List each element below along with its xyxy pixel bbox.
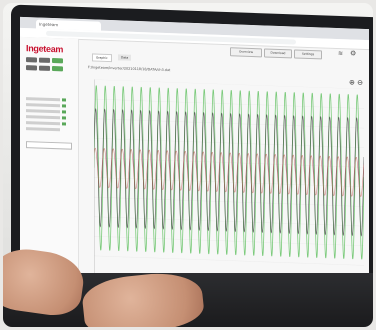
photo-frame: Ingeteam Ingeteam Overview Download Sett… [3,3,373,327]
toolbar-button[interactable]: Overview [230,47,262,58]
zoom-controls: ⊕ ⊖ [349,78,363,86]
tab-data[interactable]: Data [118,54,132,61]
brand-logo: Ingeteam [26,43,64,55]
status-dot [62,110,66,114]
tab-graphic[interactable]: Graphic [92,53,112,63]
zoom-out-icon[interactable]: ⊖ [357,79,363,87]
gridline [94,79,364,90]
gridline [94,118,364,129]
status-dot [62,122,66,126]
sidebar-row[interactable] [26,109,60,114]
gridline [94,236,364,246]
sidebar-button[interactable] [52,66,63,72]
sidebar-row[interactable] [26,121,60,126]
series-line [94,85,364,260]
gear-icon[interactable]: ⚙ [350,49,356,57]
status-dot [62,98,66,102]
sidebar: Ingeteam [20,36,79,281]
sidebar-row[interactable] [26,127,60,132]
sidebar-button[interactable] [39,65,50,71]
laptop-screen: Ingeteam Ingeteam Overview Download Sett… [20,16,369,292]
toolbar-button[interactable]: Settings [294,49,322,60]
sidebar-button[interactable] [26,65,37,71]
gridline [94,98,364,109]
toolbar-button[interactable]: Download [264,48,292,59]
tab-strip: Graphic Data [92,53,152,63]
sidebar-input[interactable] [26,141,72,150]
sidebar-row[interactable] [26,115,60,120]
wifi-icon: ≋ [338,50,344,58]
sidebar-row[interactable] [26,97,60,102]
sidebar-row[interactable] [26,103,60,108]
gridline [94,216,364,227]
status-dot [62,104,66,108]
status-dot [62,116,66,120]
zoom-in-icon[interactable]: ⊕ [349,78,355,86]
waveform-plot[interactable] [94,79,364,285]
sidebar-button[interactable] [26,57,37,63]
gridline [94,255,364,266]
sidebar-button[interactable] [52,58,63,64]
sidebar-button[interactable] [39,57,50,63]
main-panel: Overview Download Settings ≋ ⚙ Graphic D… [80,39,369,291]
file-path: F:/Ingeteam/inverter/20210118/18/DATA/ch… [88,65,171,73]
